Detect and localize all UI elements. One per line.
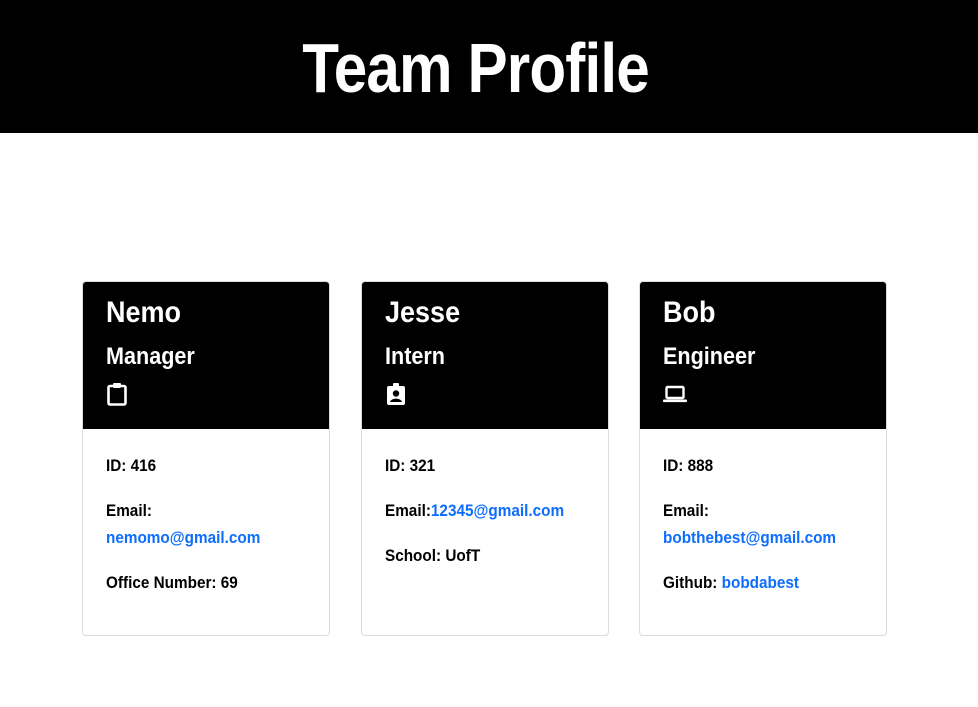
school-label: School:: [385, 546, 442, 565]
employee-role: Manager: [106, 343, 195, 370]
page-title: Team Profile: [302, 29, 649, 107]
email-line: Email:12345@gmail.com: [385, 497, 564, 524]
github-label: Github:: [663, 573, 718, 592]
student-badge-icon: [385, 382, 407, 405]
id-line: ID: 888: [663, 452, 713, 479]
page-header: Team Profile: [0, 0, 978, 133]
email-link[interactable]: bobthebest@gmail.com: [663, 524, 836, 551]
id-label: ID:: [385, 456, 406, 475]
school-value: UofT: [445, 546, 481, 565]
school-line: School: UofT: [385, 542, 480, 569]
office-number-label: Office Number:: [106, 573, 217, 592]
email-label: Email:: [106, 501, 152, 520]
employee-card-manager: Nemo Manager ID: 416 Email: nemomo@gmail…: [82, 281, 330, 636]
id-line: ID: 321: [385, 452, 435, 479]
email-label: Email:: [663, 501, 709, 520]
id-value: 321: [409, 456, 436, 475]
github-link[interactable]: bobdabest: [722, 573, 799, 592]
email-link[interactable]: 12345@gmail.com: [431, 501, 564, 520]
employee-name: Nemo: [106, 296, 182, 329]
employee-role: Intern: [385, 343, 446, 370]
id-value: 888: [687, 456, 714, 475]
id-label: ID:: [106, 456, 127, 475]
employee-role: Engineer: [663, 343, 756, 370]
card-header: Nemo Manager: [83, 282, 329, 429]
card-header: Bob Engineer: [640, 282, 886, 429]
employee-name: Jesse: [385, 296, 461, 329]
clipboard-icon: [106, 382, 128, 406]
employee-card-engineer: Bob Engineer ID: 888 Email: bobthebest@g…: [639, 281, 887, 636]
id-value: 416: [130, 456, 157, 475]
office-number-line: Office Number: 69: [106, 569, 238, 596]
laptop-icon: [663, 382, 687, 404]
github-line: Github: bobdabest: [663, 569, 799, 596]
id-line: ID: 416: [106, 452, 156, 479]
employee-name: Bob: [663, 296, 716, 329]
office-number-value: 69: [220, 573, 238, 592]
id-label: ID:: [663, 456, 684, 475]
email-link[interactable]: nemomo@gmail.com: [106, 524, 260, 551]
card-header: Jesse Intern: [362, 282, 608, 429]
email-label: Email:: [385, 501, 431, 520]
employee-card-intern: Jesse Intern ID: 321 Email:12345@gmail.c…: [361, 281, 609, 636]
